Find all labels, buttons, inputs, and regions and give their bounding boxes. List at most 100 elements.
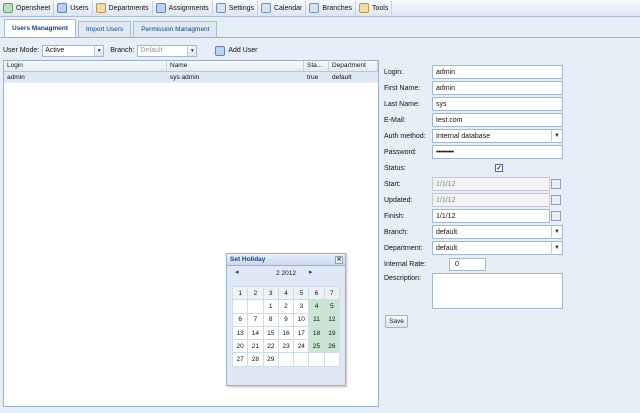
close-icon[interactable]: ✕ <box>335 256 343 264</box>
calendar-day[interactable]: 13 <box>231 325 249 341</box>
branch-label: Branch: <box>384 228 409 236</box>
calendar-day[interactable]: 6 <box>231 312 249 327</box>
weekday-header: 7 <box>323 285 341 301</box>
calendar-day[interactable]: 1 <box>262 299 279 314</box>
calendar-day[interactable]: 8 <box>262 312 279 327</box>
description-field[interactable] <box>432 273 563 309</box>
menu-branches[interactable]: Branches <box>306 1 356 15</box>
menu-users[interactable]: Users <box>54 1 93 15</box>
tab-import-users[interactable]: Import Users <box>78 21 132 37</box>
calendar-day[interactable]: 5 <box>323 299 341 314</box>
dialog-header: Set Holiday ✕ <box>227 254 345 266</box>
menu-settings[interactable]: Settings <box>213 1 258 15</box>
calendar-day[interactable]: 22 <box>262 339 279 354</box>
calendar-day[interactable]: 28 <box>247 352 264 367</box>
weekday-header: 5 <box>293 285 310 301</box>
menu-departments-label: Departments <box>108 4 149 12</box>
calendar-day[interactable]: 9 <box>277 312 295 327</box>
calendar-day[interactable]: 10 <box>293 312 310 327</box>
cell-department: default <box>332 74 352 81</box>
calendar-day[interactable]: 17 <box>293 325 310 341</box>
internal-rate-field[interactable]: 0 <box>449 257 486 271</box>
user-mode-select[interactable]: Active ▼ <box>42 44 105 57</box>
tab-users-managment[interactable]: Users Managment <box>4 19 76 37</box>
calendar-day[interactable]: 16 <box>277 325 295 341</box>
calendar-picker-icon[interactable] <box>551 211 561 221</box>
column-status[interactable]: Sta... <box>304 61 329 71</box>
calendar-day[interactable]: 21 <box>247 339 264 354</box>
dialog-title: Set Holiday <box>230 256 266 263</box>
menu-tools[interactable]: Tools <box>356 1 393 15</box>
column-login[interactable]: Login <box>4 61 167 71</box>
branch-filter-select[interactable]: Default ▼ <box>137 44 198 57</box>
finish-date-field[interactable]: 1/1/12 <box>432 209 561 223</box>
branch-select[interactable]: default ▼ <box>432 225 563 239</box>
password-field[interactable]: ••••••••• <box>432 145 563 159</box>
chevron-down-icon: ▼ <box>551 226 562 237</box>
auth-method-select[interactable]: Internal database ▼ <box>432 129 563 143</box>
calendar-picker-icon <box>551 195 561 205</box>
calendar-day[interactable]: 19 <box>323 325 341 341</box>
prev-month-icon[interactable]: ◂ <box>235 268 239 276</box>
chevron-down-icon: ▼ <box>94 45 104 56</box>
start-date-value: 1/1/12 <box>436 180 456 188</box>
tab-bar: Users Managment Import Users Permission … <box>0 19 640 38</box>
department-select[interactable]: default ▼ <box>432 241 563 255</box>
email-field[interactable]: test.com <box>432 113 563 127</box>
calendar-day <box>247 299 264 314</box>
calendar-grid: 1 2 3 4 5 6 7 1 2 3 4 5 6 7 8 9 10 11 12… <box>231 285 341 367</box>
calendar-day[interactable]: 27 <box>231 352 249 367</box>
menu-calendar[interactable]: Calendar <box>258 1 307 15</box>
calendar-icon <box>260 3 271 13</box>
menu-assignments-label: Assignments <box>168 4 209 12</box>
password-label: Password: <box>384 148 417 156</box>
menu-assignments[interactable]: Assignments <box>153 1 213 15</box>
finish-label: Finish: <box>384 212 405 220</box>
first-name-field[interactable]: admin <box>432 81 563 95</box>
calendar-day[interactable]: 20 <box>231 339 249 354</box>
weekday-header: 6 <box>308 285 325 301</box>
calendar-day[interactable]: 7 <box>247 312 264 327</box>
calendar-day[interactable]: 15 <box>262 325 279 341</box>
tab-permission-managment[interactable]: Permission Managment <box>133 21 218 37</box>
menu-departments[interactable]: Departments <box>93 1 153 15</box>
save-button[interactable]: Save <box>385 315 408 328</box>
calendar-day[interactable]: 24 <box>293 339 310 354</box>
chevron-down-icon: ▼ <box>551 242 562 253</box>
calendar-day[interactable]: 3 <box>293 299 310 314</box>
start-label: Start: <box>384 180 401 188</box>
add-user-button[interactable]: Add User <box>215 45 258 56</box>
departments-icon <box>95 3 106 13</box>
calendar-day[interactable]: 14 <box>247 325 264 341</box>
column-department[interactable]: Department <box>329 61 378 71</box>
chevron-down-icon: ▼ <box>187 45 197 56</box>
login-field[interactable]: admin <box>432 65 563 79</box>
calendar-day[interactable]: 26 <box>323 339 341 354</box>
menu-opensheet[interactable]: Opensheet <box>0 1 55 15</box>
users-icon <box>57 3 68 13</box>
calendar-day[interactable]: 18 <box>308 325 325 341</box>
finish-date-value: 1/1/12 <box>436 212 456 220</box>
table-row[interactable]: admin sys admin true default <box>4 72 378 83</box>
status-checkbox[interactable]: ✓ <box>495 164 503 172</box>
next-month-icon[interactable]: ▸ <box>309 268 313 276</box>
status-label: Status: <box>384 164 406 172</box>
calendar-day[interactable]: 29 <box>262 352 279 367</box>
calendar-day[interactable]: 12 <box>323 312 341 327</box>
weekday-header: 4 <box>277 285 295 301</box>
add-user-label: Add User <box>228 47 258 54</box>
calendar-day[interactable]: 4 <box>308 299 325 314</box>
last-name-field[interactable]: sys <box>432 97 563 111</box>
last-name-label: Last Name: <box>384 100 420 108</box>
column-name[interactable]: Name <box>167 61 304 71</box>
calendar-day[interactable]: 11 <box>308 312 325 327</box>
calendar-day[interactable]: 25 <box>308 339 325 354</box>
calendar-day[interactable]: 2 <box>277 299 295 314</box>
weekday-header: 3 <box>262 285 279 301</box>
internal-rate-label: Internal Rate: <box>384 260 427 268</box>
description-label: Description: <box>384 275 421 282</box>
calendar-day[interactable]: 23 <box>277 339 295 354</box>
assignments-icon <box>155 3 166 13</box>
branches-icon <box>309 3 320 13</box>
updated-label: Updated: <box>384 196 413 204</box>
